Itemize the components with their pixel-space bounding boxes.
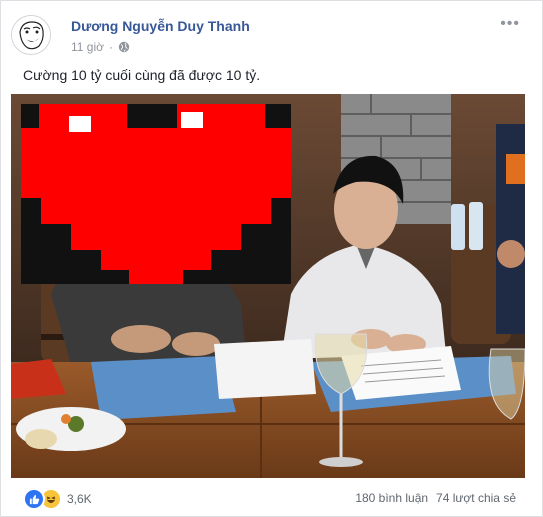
reactions-summary[interactable]: 3,6K bbox=[23, 488, 92, 510]
post-footer: 3,6K 180 bình luận 74 lượt chia sẻ bbox=[1, 482, 542, 516]
comments-count[interactable]: 180 bình luận bbox=[355, 491, 428, 505]
globe-icon[interactable] bbox=[118, 41, 130, 53]
photo-scene bbox=[11, 94, 525, 478]
post-photo[interactable] bbox=[11, 94, 525, 478]
meta-separator: · bbox=[109, 40, 113, 54]
author-avatar[interactable] bbox=[11, 15, 51, 55]
like-icon bbox=[23, 488, 45, 510]
meme-face-icon bbox=[12, 16, 50, 54]
more-options-icon[interactable]: ••• bbox=[500, 15, 520, 33]
author-name[interactable]: Dương Nguyễn Duy Thanh bbox=[71, 18, 250, 34]
post-timestamp[interactable]: 11 giờ bbox=[71, 40, 104, 54]
engagement-stats: 180 bình luận 74 lượt chia sẻ bbox=[355, 491, 516, 505]
post-meta: 11 giờ · bbox=[71, 40, 130, 54]
reaction-count: 3,6K bbox=[67, 492, 92, 506]
post-text: Cường 10 tỷ cuối cùng đã được 10 tỷ. bbox=[23, 67, 261, 83]
shares-count[interactable]: 74 lượt chia sẻ bbox=[436, 491, 516, 505]
post-card: Dương Nguyễn Duy Thanh 11 giờ · ••• Cườn… bbox=[0, 0, 543, 517]
pixel-heart-icon bbox=[21, 104, 291, 284]
